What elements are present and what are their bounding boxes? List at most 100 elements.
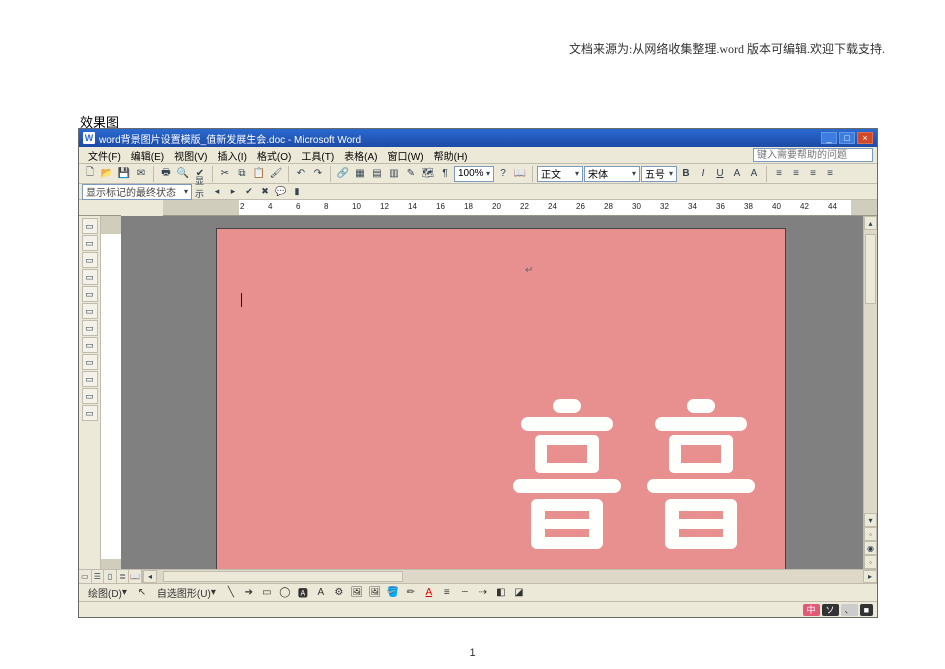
menu-view[interactable]: 视图(V): [169, 148, 212, 163]
fontsize-dropdown[interactable]: 五号▾: [641, 166, 677, 182]
font-dropdown[interactable]: 宋体▾: [584, 166, 640, 182]
font-border-icon[interactable]: A: [729, 166, 745, 182]
document-canvas[interactable]: ↵: [121, 216, 863, 569]
vscroll-thumb[interactable]: [865, 234, 876, 304]
side-tool-7[interactable]: ▭: [82, 320, 98, 336]
side-tool-12[interactable]: ▭: [82, 405, 98, 421]
underline-icon[interactable]: U: [712, 166, 728, 182]
horizontal-ruler[interactable]: 2468101214161820222426283032343638404244: [163, 200, 877, 216]
excel-icon[interactable]: ▤: [369, 166, 385, 182]
docmap-icon[interactable]: 🗺: [420, 166, 436, 182]
copy-icon[interactable]: ⧉: [234, 166, 250, 182]
menu-format[interactable]: 格式(O): [252, 148, 296, 163]
show-markup-button[interactable]: 显示(S): [194, 185, 208, 199]
accept-change-icon[interactable]: ✔: [242, 185, 256, 199]
select-browse-icon[interactable]: ◉: [864, 541, 877, 555]
columns-icon[interactable]: ▥: [386, 166, 402, 182]
rect-tool-icon[interactable]: ▭: [259, 586, 275, 600]
line-style-icon[interactable]: ≡: [439, 586, 455, 600]
menu-insert[interactable]: 插入(I): [212, 148, 251, 163]
view-normal-icon[interactable]: ▭: [79, 570, 92, 583]
scroll-down-icon[interactable]: ▾: [864, 513, 877, 527]
cut-icon[interactable]: ✂: [217, 166, 233, 182]
side-tool-9[interactable]: ▭: [82, 354, 98, 370]
menu-table[interactable]: 表格(A): [339, 148, 382, 163]
arrow-tool-icon[interactable]: ➔: [241, 586, 257, 600]
align-right-icon[interactable]: ≡: [805, 166, 821, 182]
prev-change-icon[interactable]: ◂: [210, 185, 224, 199]
side-tool-10[interactable]: ▭: [82, 371, 98, 387]
scroll-left-icon[interactable]: ◂: [143, 570, 157, 583]
diagram-icon[interactable]: ⚙: [331, 586, 347, 600]
align-left-icon[interactable]: ≡: [771, 166, 787, 182]
horizontal-scrollbar[interactable]: ◂ ▸: [143, 570, 877, 583]
side-tool-3[interactable]: ▭: [82, 252, 98, 268]
view-print-icon[interactable]: ▯: [104, 570, 117, 583]
line-tool-icon[interactable]: ╲: [223, 586, 239, 600]
vertical-ruler[interactable]: [101, 216, 121, 569]
format-painter-icon[interactable]: 🖌: [268, 166, 284, 182]
side-tool-2[interactable]: ▭: [82, 235, 98, 251]
shadow-icon[interactable]: ◧: [493, 586, 509, 600]
side-tool-5[interactable]: ▭: [82, 286, 98, 302]
redo-icon[interactable]: ↷: [310, 166, 326, 182]
paste-icon[interactable]: 📋: [251, 166, 267, 182]
menu-edit[interactable]: 编辑(E): [126, 148, 169, 163]
autoshapes-button[interactable]: 自选图形(U) ▾: [152, 586, 221, 600]
next-page-icon[interactable]: ◦: [864, 555, 877, 569]
help-search-input[interactable]: [753, 148, 873, 162]
scroll-up-icon[interactable]: ▴: [864, 216, 877, 230]
textbox-tool-icon[interactable]: 🅰: [295, 586, 311, 600]
help-icon[interactable]: ?: [495, 166, 511, 182]
read-icon[interactable]: 📖: [512, 166, 528, 182]
ime-mode-pill[interactable]: ソ: [822, 604, 839, 616]
side-tool-6[interactable]: ▭: [82, 303, 98, 319]
fill-color-icon[interactable]: 🪣: [385, 586, 401, 600]
select-objects-icon[interactable]: ↖: [134, 586, 150, 600]
side-tool-4[interactable]: ▭: [82, 269, 98, 285]
arrow-style-icon[interactable]: ⇢: [475, 586, 491, 600]
zoom-dropdown[interactable]: 100%▾: [454, 166, 494, 182]
ime-lang-pill[interactable]: 中: [803, 604, 820, 616]
mail-icon[interactable]: ✉: [133, 166, 149, 182]
ime-shape-pill[interactable]: ■: [860, 604, 873, 616]
hyperlink-icon[interactable]: 🔗: [335, 166, 351, 182]
vscroll-track[interactable]: [864, 230, 877, 513]
drawing-icon[interactable]: ✎: [403, 166, 419, 182]
scroll-right-icon[interactable]: ▸: [863, 570, 877, 583]
font-color-icon[interactable]: A: [421, 586, 437, 600]
view-outline-icon[interactable]: ≣: [117, 570, 130, 583]
print-icon[interactable]: 🖶: [158, 166, 174, 182]
draw-menu-button[interactable]: 绘图(D) ▾: [83, 586, 132, 600]
clipart-icon[interactable]: 🖼: [349, 586, 365, 600]
side-tool-1[interactable]: ▭: [82, 218, 98, 234]
style-dropdown[interactable]: 正文▾: [537, 166, 583, 182]
view-web-icon[interactable]: ☰: [92, 570, 105, 583]
vertical-scrollbar[interactable]: ▴ ▾ ◦ ◉ ◦: [863, 216, 877, 569]
3d-icon[interactable]: ◪: [511, 586, 527, 600]
window-minimize-button[interactable]: _: [821, 132, 837, 144]
comment-icon[interactable]: 💬: [274, 185, 288, 199]
save-icon[interactable]: 💾: [116, 166, 132, 182]
char-shading-icon[interactable]: A: [746, 166, 762, 182]
hscroll-track[interactable]: [157, 570, 863, 583]
bold-icon[interactable]: B: [678, 166, 694, 182]
view-reading-icon[interactable]: 📖: [129, 570, 142, 583]
highlight-icon[interactable]: ▮: [290, 185, 304, 199]
dash-style-icon[interactable]: ┄: [457, 586, 473, 600]
window-maximize-button[interactable]: □: [839, 132, 855, 144]
side-tool-11[interactable]: ▭: [82, 388, 98, 404]
menu-window[interactable]: 窗口(W): [383, 148, 429, 163]
reject-change-icon[interactable]: ✖: [258, 185, 272, 199]
ime-indicator[interactable]: 中 ソ 、 ■: [803, 604, 873, 616]
next-change-icon[interactable]: ▸: [226, 185, 240, 199]
hscroll-thumb[interactable]: [163, 571, 403, 582]
italic-icon[interactable]: I: [695, 166, 711, 182]
menu-tools[interactable]: 工具(T): [296, 148, 339, 163]
paragraph-mark-icon[interactable]: ¶: [437, 166, 453, 182]
align-justify-icon[interactable]: ≡: [822, 166, 838, 182]
line-color-icon[interactable]: ✏: [403, 586, 419, 600]
align-center-icon[interactable]: ≡: [788, 166, 804, 182]
open-icon[interactable]: 📂: [99, 166, 115, 182]
markup-state-dropdown[interactable]: 显示标记的最终状态▾: [82, 184, 192, 200]
